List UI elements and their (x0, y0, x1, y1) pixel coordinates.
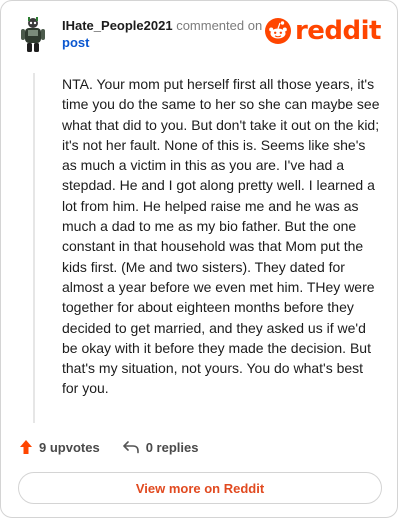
view-more-on-reddit-button[interactable]: View more on Reddit (18, 472, 382, 504)
upvotes-count: 9 upvotes (39, 439, 100, 455)
upvote-arrow-icon (20, 440, 32, 454)
reply-arrow-icon (122, 441, 139, 454)
embedded-comment-card: IHate_People2021 commented on post reddi… (0, 0, 398, 518)
comment-header: IHate_People2021 commented on post (62, 17, 272, 51)
reddit-logo[interactable]: reddit (264, 16, 382, 46)
comment-body: NTA. Your mom put herself first all thos… (62, 76, 380, 397)
thread-line (33, 73, 35, 423)
username-link[interactable]: IHate_People2021 (62, 18, 173, 33)
reply-button[interactable]: 0 replies (122, 439, 199, 455)
snoo-avatar-icon (21, 17, 45, 52)
upvote-button[interactable]: 9 upvotes (19, 439, 100, 455)
post-link[interactable]: post (62, 35, 89, 50)
comment-actions: 9 upvotes 0 replies (19, 439, 198, 455)
user-avatar[interactable] (19, 15, 47, 55)
reddit-wordmark: reddit (294, 16, 382, 46)
reddit-snoo-icon (264, 18, 291, 44)
replies-count: 0 replies (145, 439, 199, 455)
commented-on-text: commented on (172, 18, 263, 33)
